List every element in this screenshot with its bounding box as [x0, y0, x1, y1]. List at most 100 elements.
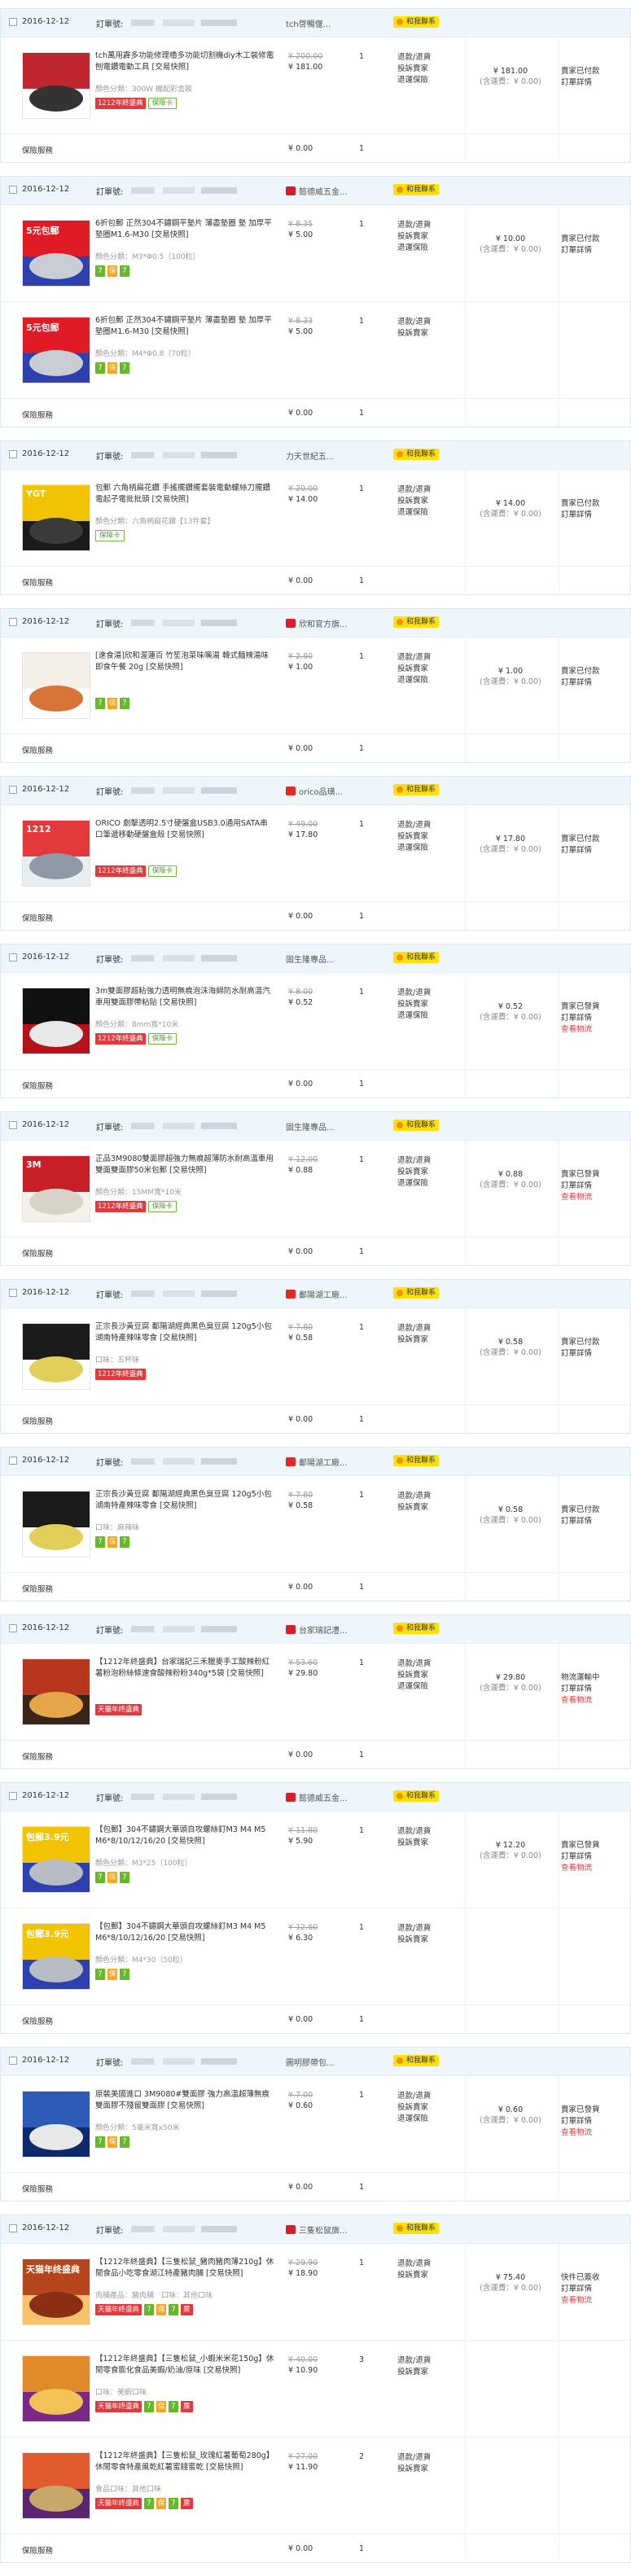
- product-title-link[interactable]: 6折包郵 正然304不鏽鋼平墊片 薄盡墊圈 墊 加厚平墊圈M1.6-M30 [交…: [95, 218, 274, 241]
- order-checkbox[interactable]: [9, 18, 17, 26]
- contact-seller-button[interactable]: 和我聯系: [393, 2055, 440, 2066]
- product-title-link[interactable]: 6折包郵 正然304不鏽鋼平墊片 薄盡墊圈 墊 加厚平墊圈M1.6-M30 [交…: [95, 315, 274, 338]
- shop-name-link[interactable]: 台家瑞記澧...: [286, 1623, 348, 1636]
- contact-seller-button[interactable]: 和我聯系: [393, 952, 440, 963]
- product-thumbnail[interactable]: 5元包郵: [22, 220, 90, 287]
- order-checkbox[interactable]: [9, 450, 17, 458]
- item-service-links[interactable]: 退款/退貨 投訴賣家: [397, 317, 431, 340]
- view-logistics-link[interactable]: 查看物流: [561, 1192, 628, 1203]
- product-title-link[interactable]: 正品3M9080雙面膠超強力無痕超薄防水耐高溫車用雙面雙面膠50米包郵 [交易快…: [95, 1154, 274, 1176]
- order-detail-link[interactable]: 訂單詳情: [561, 1348, 628, 1360]
- product-thumbnail[interactable]: 1212: [22, 820, 90, 887]
- item-service-links[interactable]: 退款/退貨 投訴賣家: [397, 2258, 431, 2281]
- item-service-links[interactable]: 退款/退貨 投訴賣家: [397, 1923, 431, 1946]
- contact-seller-button[interactable]: 和我聯系: [393, 616, 440, 628]
- product-title-link[interactable]: 【包郵】304不鏽鋼大華頭自攻螺絲釘M3 M4 M5 M6*8/10/12/16…: [95, 1825, 274, 1847]
- product-thumbnail[interactable]: [22, 2452, 90, 2519]
- order-checkbox[interactable]: [9, 1457, 17, 1465]
- order-checkbox[interactable]: [9, 1624, 17, 1632]
- order-detail-link[interactable]: 訂單詳情: [561, 510, 628, 521]
- product-title-link[interactable]: 正宗長沙黃豆腐 鄱陽湖經典黑色臭豆腐 120g5小包 湖南特產辣味零食 [交易快…: [95, 1321, 274, 1344]
- shop-name-link[interactable]: 鄱陽湖工廠...: [286, 1456, 348, 1468]
- product-thumbnail[interactable]: [22, 1491, 90, 1557]
- contact-seller-button[interactable]: 和我聯系: [393, 1790, 440, 1802]
- order-checkbox[interactable]: [9, 186, 17, 194]
- item-service-links[interactable]: 退款/退貨 投訴賣家: [397, 2355, 431, 2378]
- order-detail-link[interactable]: 訂單詳情: [561, 2116, 628, 2127]
- shop-name-link[interactable]: 力天世紀五...: [286, 449, 335, 462]
- shop-name-link[interactable]: 懿德威五金...: [286, 185, 348, 197]
- shop-name-link[interactable]: 固生隆專品...: [286, 953, 335, 965]
- item-service-links[interactable]: 退款/退貨 投訴賣家: [397, 2452, 431, 2475]
- contact-seller-button[interactable]: 和我聯系: [393, 1119, 440, 1131]
- order-checkbox[interactable]: [9, 786, 17, 794]
- shop-name-link[interactable]: 三隻松鼠旗...: [286, 2223, 348, 2236]
- shop-name-link[interactable]: 鄱陽湖工廠...: [286, 1288, 348, 1300]
- product-title-link[interactable]: 原裝美國進口 3M9080#雙面膠 強力高溫超薄無痕雙面膠不殘留雙面膠 [交易快…: [95, 2089, 274, 2112]
- order-checkbox[interactable]: [9, 953, 17, 962]
- item-service-links[interactable]: 退款/退貨 投訴賣家 退運保險: [397, 652, 431, 686]
- product-thumbnail[interactable]: [22, 2355, 90, 2422]
- contact-seller-button[interactable]: 和我聯系: [393, 184, 440, 195]
- view-logistics-link[interactable]: 查看物流: [561, 1024, 628, 1036]
- order-detail-link[interactable]: 訂單詳情: [561, 1013, 628, 1024]
- order-detail-link[interactable]: 訂單詳情: [561, 1516, 628, 1527]
- product-title-link[interactable]: 【1212年終盛典】台家瑞記三禾臘麥手工酸辣粉紅薯粉泡粉絲條速食酸辣粉粉340g…: [95, 1657, 274, 1680]
- shop-name-link[interactable]: 圖明膠帶包...: [286, 2056, 335, 2068]
- contact-seller-button[interactable]: 和我聯系: [393, 2223, 440, 2234]
- shop-name-link[interactable]: orico品璜...: [286, 785, 343, 797]
- view-logistics-link[interactable]: 查看物流: [561, 1863, 628, 1874]
- product-title-link[interactable]: tch萬用霹多功能修理櫓多功能切割機diy木工裝修電刨電鑽電動工具 [交易快照]: [95, 50, 274, 73]
- shop-name-link[interactable]: tch啓暢偃...: [286, 17, 331, 29]
- order-detail-link[interactable]: 訂單詳情: [561, 245, 628, 256]
- item-service-links[interactable]: 退款/退貨 投訴賣家 退運保險: [397, 1658, 431, 1693]
- product-thumbnail[interactable]: 5元包郵: [22, 317, 90, 383]
- item-service-links[interactable]: 退款/退貨 投訴賣家 退運保險: [397, 484, 431, 519]
- order-detail-link[interactable]: 訂單詳情: [561, 845, 628, 856]
- product-title-link[interactable]: 【1212年終盛典】【三隻松鼠_玫瑰紅薯葡萄280g】休閒零食特產風乾紅薯蜜餞蜜…: [95, 2451, 274, 2473]
- product-thumbnail[interactable]: [22, 52, 90, 119]
- product-title-link[interactable]: [速食湯]欣和渥蓮百 竹笙泡菜味嘴湯 韓式麵辣湯味 即食午餐 20g [交易快照…: [95, 651, 274, 673]
- product-title-link[interactable]: 包郵 六角柄扁花鑽 手搖擺鑽擺套裝電動螺絲刀擺鑽電起子電批批頭 [交易快照]: [95, 483, 274, 506]
- order-checkbox[interactable]: [9, 2057, 17, 2065]
- order-detail-link[interactable]: 訂單詳情: [561, 677, 628, 689]
- shop-name-link[interactable]: 懿德威五金...: [286, 1791, 348, 1803]
- order-detail-link[interactable]: 訂單詳情: [561, 1851, 628, 1863]
- order-checkbox[interactable]: [9, 1121, 17, 1129]
- product-thumbnail[interactable]: YGT: [22, 484, 90, 551]
- product-title-link[interactable]: 【1212年終盛典】【三隻松鼠_小蝦米米花150g】休閒零食膨化食品美蝦/奶油/…: [95, 2354, 274, 2377]
- contact-seller-button[interactable]: 和我聯系: [393, 1287, 440, 1299]
- product-thumbnail[interactable]: 包郵3.9元: [22, 1923, 90, 1990]
- item-service-links[interactable]: 退款/退貨 投訴賣家 退運保險: [397, 52, 431, 86]
- item-service-links[interactable]: 退款/退貨 投訴賣家 退運保險: [397, 820, 431, 854]
- item-service-links[interactable]: 退款/退貨 投訴賣家: [397, 1323, 431, 1346]
- product-thumbnail[interactable]: [22, 1323, 90, 1390]
- product-thumbnail[interactable]: [22, 1658, 90, 1725]
- item-service-links[interactable]: 退款/退貨 投訴賣家: [397, 1491, 431, 1514]
- order-detail-link[interactable]: 訂單詳情: [561, 77, 628, 89]
- product-thumbnail[interactable]: [22, 652, 90, 719]
- product-title-link[interactable]: 正宗長沙黃豆腐 鄱陽湖經典黑色臭豆腐 120g5小包 湖南特產辣味零食 [交易快…: [95, 1489, 274, 1512]
- contact-seller-button[interactable]: 和我聯系: [393, 1455, 440, 1466]
- item-service-links[interactable]: 退款/退貨 投訴賣家: [397, 1826, 431, 1849]
- order-checkbox[interactable]: [9, 618, 17, 626]
- product-title-link[interactable]: ORICO 劇擊透明2.5寸硬盤盒USB3.0通用SATA串口筆遞移動硬盤盒殼 …: [95, 818, 274, 841]
- contact-seller-button[interactable]: 和我聯系: [393, 1623, 440, 1634]
- order-detail-link[interactable]: 訂單詳情: [561, 2284, 628, 2295]
- contact-seller-button[interactable]: 和我聯系: [393, 16, 440, 28]
- view-logistics-link[interactable]: 查看物流: [561, 2127, 628, 2139]
- product-thumbnail[interactable]: 3M: [22, 1155, 90, 1222]
- item-service-links[interactable]: 退款/退貨 投訴賣家 退運保險: [397, 220, 431, 254]
- order-checkbox[interactable]: [9, 1289, 17, 1297]
- order-detail-link[interactable]: 訂單詳情: [561, 1181, 628, 1192]
- item-service-links[interactable]: 退款/退貨 投訴賣家 退運保險: [397, 988, 431, 1022]
- product-thumbnail[interactable]: 包郵3.9元: [22, 1826, 90, 1893]
- product-thumbnail[interactable]: [22, 2091, 90, 2158]
- product-title-link[interactable]: 3m雙面膠超粘強力透明無痕泡沫海綿防水耐高溫汽車用雙面膠帶粘貼 [交易快照]: [95, 986, 274, 1009]
- order-checkbox[interactable]: [9, 1792, 17, 1800]
- item-service-links[interactable]: 退款/退貨 投訴賣家 退運保險: [397, 1155, 431, 1189]
- view-logistics-link[interactable]: 查看物流: [561, 2295, 628, 2307]
- view-logistics-link[interactable]: 查看物流: [561, 1695, 628, 1706]
- item-service-links[interactable]: 退款/退貨 投訴賣家 退運保險: [397, 2091, 431, 2125]
- shop-name-link[interactable]: 固生隆專品...: [286, 1120, 335, 1132]
